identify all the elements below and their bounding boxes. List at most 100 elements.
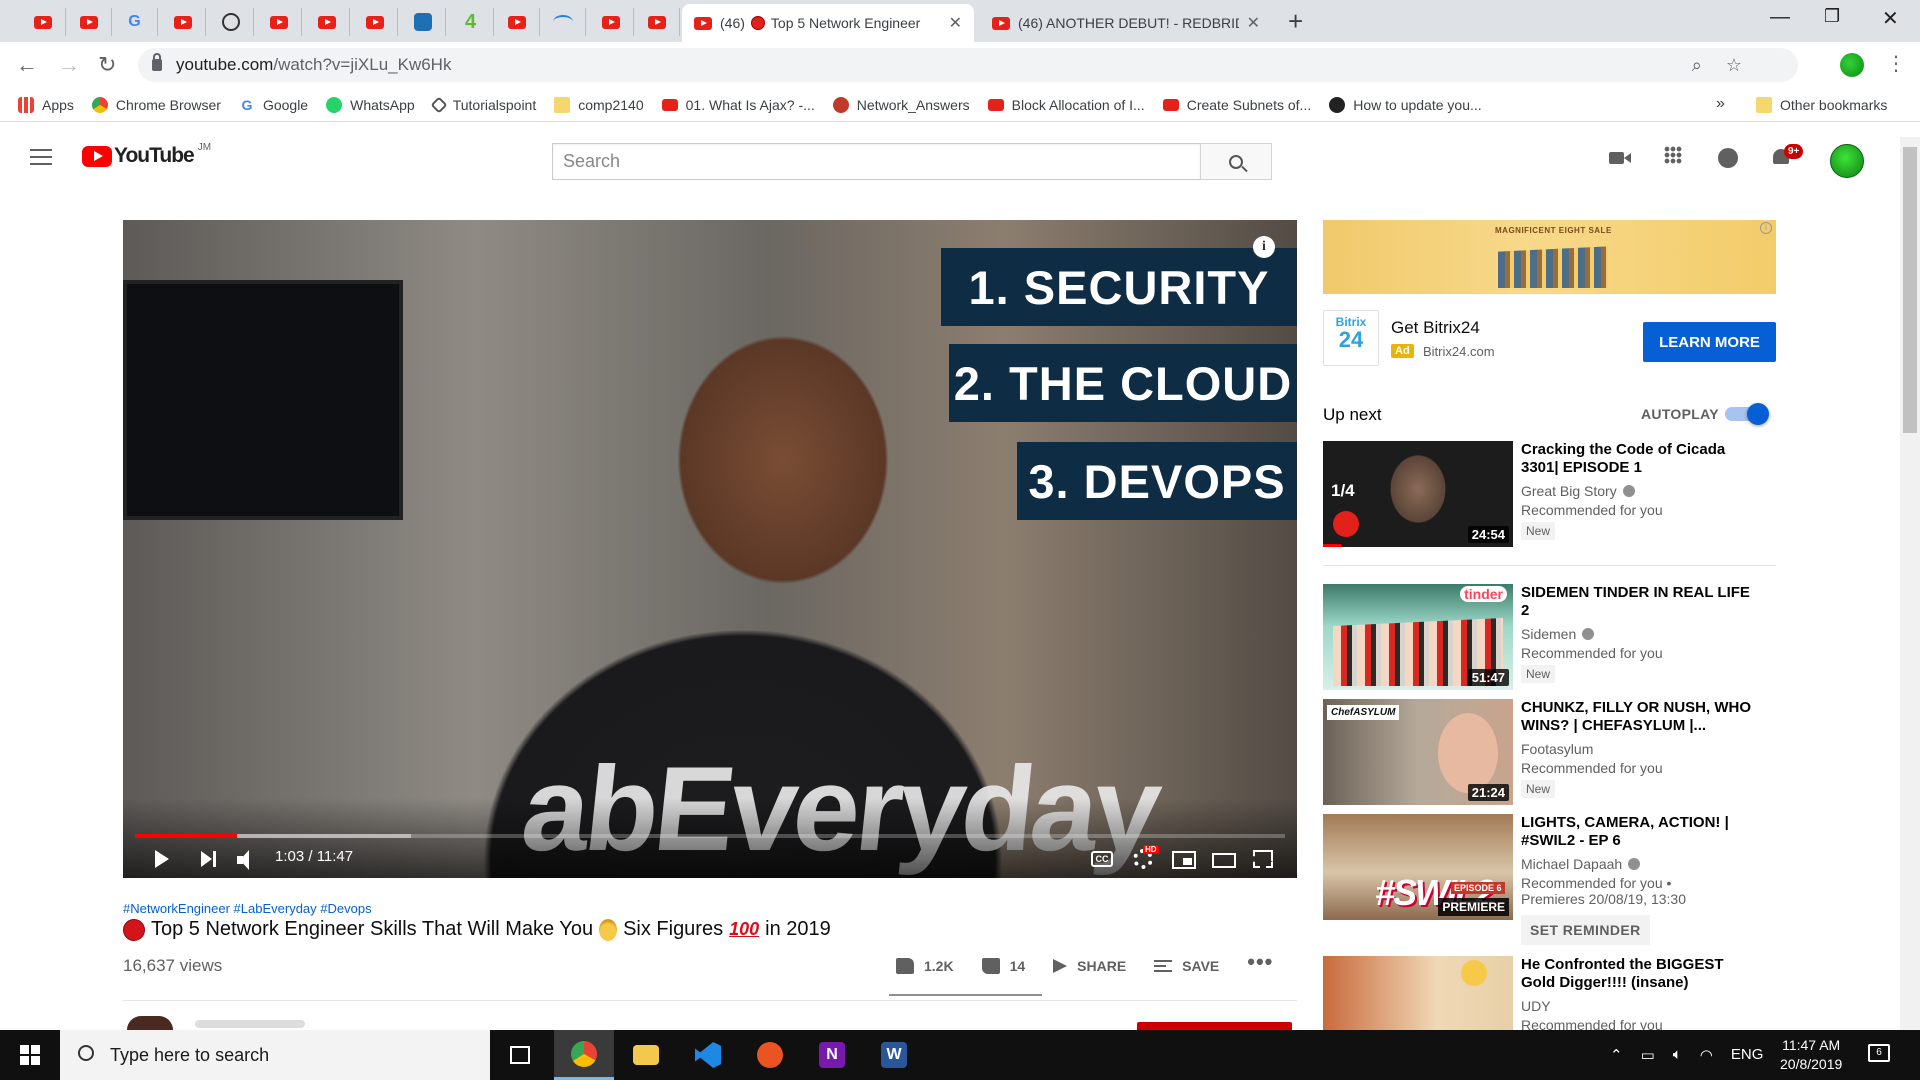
close-tab-icon[interactable]: ✕ — [1247, 13, 1260, 33]
taskbar-chrome[interactable] — [554, 1030, 614, 1080]
close-tab-icon[interactable]: ✕ — [949, 13, 962, 33]
video-title[interactable]: LIGHTS, CAMERA, ACTION! | #SWIL2 - EP 6 — [1521, 814, 1761, 850]
close-window-icon[interactable]: ✕ — [1882, 6, 1899, 31]
video-thumbnail[interactable]: ChefASYLUM 21:24 — [1323, 699, 1513, 805]
recommended-video[interactable]: He Confronted the BIGGEST Gold Digger!!!… — [1323, 956, 1776, 1030]
taskbar-word[interactable]: W — [864, 1030, 924, 1080]
back-arrow-icon[interactable]: ← — [16, 52, 38, 78]
action-center-icon[interactable]: 6 — [1868, 1044, 1890, 1062]
more-actions-button[interactable]: ••• — [1247, 949, 1273, 975]
video-thumbnail[interactable]: tinder 51:47 — [1323, 584, 1513, 690]
youtube-logo[interactable]: YouTube JM — [82, 142, 211, 168]
search-button[interactable] — [1200, 143, 1272, 180]
save-button[interactable]: SAVE — [1154, 958, 1219, 974]
youtube-apps-icon[interactable] — [1664, 146, 1682, 164]
video-title[interactable]: CHUNKZ, FILLY OR NUSH, WHO WINS? | CHEFA… — [1521, 699, 1761, 735]
forward-arrow-icon[interactable]: → — [58, 52, 80, 78]
bookmark-item[interactable]: Block Allocation of I... — [987, 97, 1145, 113]
dislike-button[interactable]: 14 — [981, 958, 1025, 974]
windows-start-icon[interactable] — [20, 1045, 40, 1065]
recommended-video[interactable]: ChefASYLUM 21:24 CHUNKZ, FILLY OR NUSH, … — [1323, 699, 1776, 809]
speaker-icon[interactable]: 🔈︎ — [1673, 1046, 1682, 1064]
pinned-tab[interactable] — [20, 8, 66, 36]
pinned-tab[interactable] — [208, 8, 254, 36]
new-tab-icon[interactable]: + — [1288, 6, 1303, 37]
taskbar-clock[interactable]: 11:47 AM 20/8/2019 — [1780, 1036, 1842, 1074]
menu-hamburger-icon[interactable] — [30, 149, 52, 165]
ad-banner-image[interactable]: MAGNIFICENT EIGHT SALE — [1323, 220, 1776, 294]
learn-more-button[interactable]: LEARN MORE — [1643, 322, 1776, 362]
bookmark-star-icon[interactable]: ☆ — [1726, 55, 1742, 76]
address-bar[interactable]: youtube.com/watch?v=jiXLu_Kw6Hk ⌕ ☆ — [138, 48, 1798, 82]
create-video-icon[interactable] — [1609, 148, 1633, 168]
scrollbar-thumb[interactable] — [1903, 147, 1917, 433]
bookmarks-overflow-button[interactable]: » — [1716, 95, 1725, 113]
progress-bar[interactable] — [135, 834, 1285, 838]
share-button[interactable]: SHARE — [1053, 958, 1126, 974]
ad-info-icon[interactable]: i — [1760, 222, 1772, 234]
channel-name[interactable]: Great Big Story — [1521, 483, 1617, 499]
page-scrollbar[interactable] — [1900, 137, 1920, 1030]
channel-name[interactable]: Footasylum — [1521, 741, 1593, 757]
video-info-icon[interactable]: i — [1253, 236, 1275, 258]
video-thumbnail[interactable]: 1/4 24:54 — [1323, 441, 1513, 547]
bookmark-item[interactable]: Create Subnets of... — [1162, 97, 1311, 113]
wifi-icon[interactable]: ◠ — [1700, 1046, 1713, 1064]
reload-icon[interactable]: ↻ — [98, 52, 116, 78]
video-title[interactable]: SIDEMEN TINDER IN REAL LIFE 2 — [1521, 584, 1761, 620]
show-hidden-icons-chevron-icon[interactable]: ⌃ — [1610, 1046, 1623, 1064]
pinned-tab[interactable] — [494, 8, 540, 36]
miniplayer-icon[interactable] — [1172, 851, 1196, 869]
video-player[interactable]: 1. SECURITY 2. THE CLOUD 3. DEVOPS i abE… — [123, 220, 1297, 878]
theater-mode-icon[interactable] — [1212, 853, 1236, 868]
bookmark-item[interactable]: How to update you... — [1329, 96, 1482, 113]
bookmark-item[interactable]: Chrome Browser — [91, 96, 221, 113]
recommended-video[interactable]: #SWIL2 EPISODE 6 PREMIERE LIGHTS, CAMERA… — [1323, 814, 1776, 945]
autoplay-toggle[interactable] — [1725, 403, 1769, 425]
play-icon[interactable] — [155, 850, 169, 868]
pinned-tab[interactable]: 4 — [448, 8, 494, 36]
taskbar-vscode[interactable] — [678, 1030, 738, 1080]
profile-avatar-icon[interactable] — [1840, 53, 1864, 77]
pinned-tab[interactable] — [66, 8, 112, 36]
recommended-video[interactable]: 1/4 24:54 Cracking the Code of Cicada 33… — [1323, 441, 1776, 551]
pinned-tab[interactable] — [400, 8, 446, 36]
captions-button[interactable]: CC — [1091, 851, 1113, 867]
volume-icon[interactable] — [237, 850, 261, 870]
pinned-tab[interactable]: G — [112, 8, 158, 36]
task-view-icon[interactable] — [490, 1030, 550, 1080]
battery-icon[interactable]: ▭ — [1641, 1046, 1655, 1064]
bookmark-item[interactable]: Apps — [18, 96, 74, 113]
channel-name[interactable]: Michael Dapaah — [1521, 856, 1622, 872]
bookmark-item[interactable]: 01. What Is Ajax? -... — [661, 97, 815, 113]
bookmark-item[interactable]: Network_Answers — [832, 96, 970, 113]
video-title[interactable]: Cracking the Code of Cicada 3301| EPISOD… — [1521, 441, 1761, 477]
video-hashtags[interactable]: #NetworkEngineer #LabEveryday #Devops — [123, 901, 372, 916]
pinned-tab[interactable] — [634, 8, 680, 36]
minimize-window-icon[interactable]: — — [1770, 6, 1790, 29]
taskbar-ubuntu[interactable] — [740, 1030, 800, 1080]
input-language[interactable]: ENG — [1731, 1046, 1764, 1064]
bookmark-item[interactable]: comp2140 — [554, 96, 644, 113]
messages-icon[interactable] — [1718, 148, 1738, 168]
pinned-tab[interactable] — [304, 8, 350, 36]
account-avatar[interactable] — [1830, 144, 1864, 178]
set-reminder-button[interactable]: SET REMINDER — [1521, 915, 1650, 945]
search-input[interactable]: Search — [552, 143, 1200, 180]
taskbar-onenote[interactable]: N — [802, 1030, 862, 1080]
channel-name[interactable] — [195, 1020, 305, 1028]
pinned-tab[interactable] — [588, 8, 634, 36]
bookmark-item[interactable]: Tutorialspoint — [430, 96, 536, 113]
pinned-tab[interactable] — [540, 8, 586, 36]
tab-top-5-network-engineer[interactable]: (46) Top 5 Network Engineer ✕ — [682, 4, 974, 42]
video-thumbnail[interactable] — [1323, 956, 1513, 1030]
pinned-tab[interactable] — [352, 8, 398, 36]
browser-menu-icon[interactable]: ⋮ — [1886, 51, 1906, 76]
next-video-icon[interactable] — [201, 851, 217, 867]
subscribe-button[interactable] — [1137, 1022, 1292, 1030]
bookmark-item[interactable]: WhatsApp — [326, 96, 415, 113]
channel-name[interactable]: UDY — [1521, 998, 1551, 1014]
pinned-tab[interactable] — [160, 8, 206, 36]
taskbar-file-explorer[interactable] — [616, 1030, 676, 1080]
restore-window-icon[interactable]: ❐ — [1824, 6, 1840, 27]
